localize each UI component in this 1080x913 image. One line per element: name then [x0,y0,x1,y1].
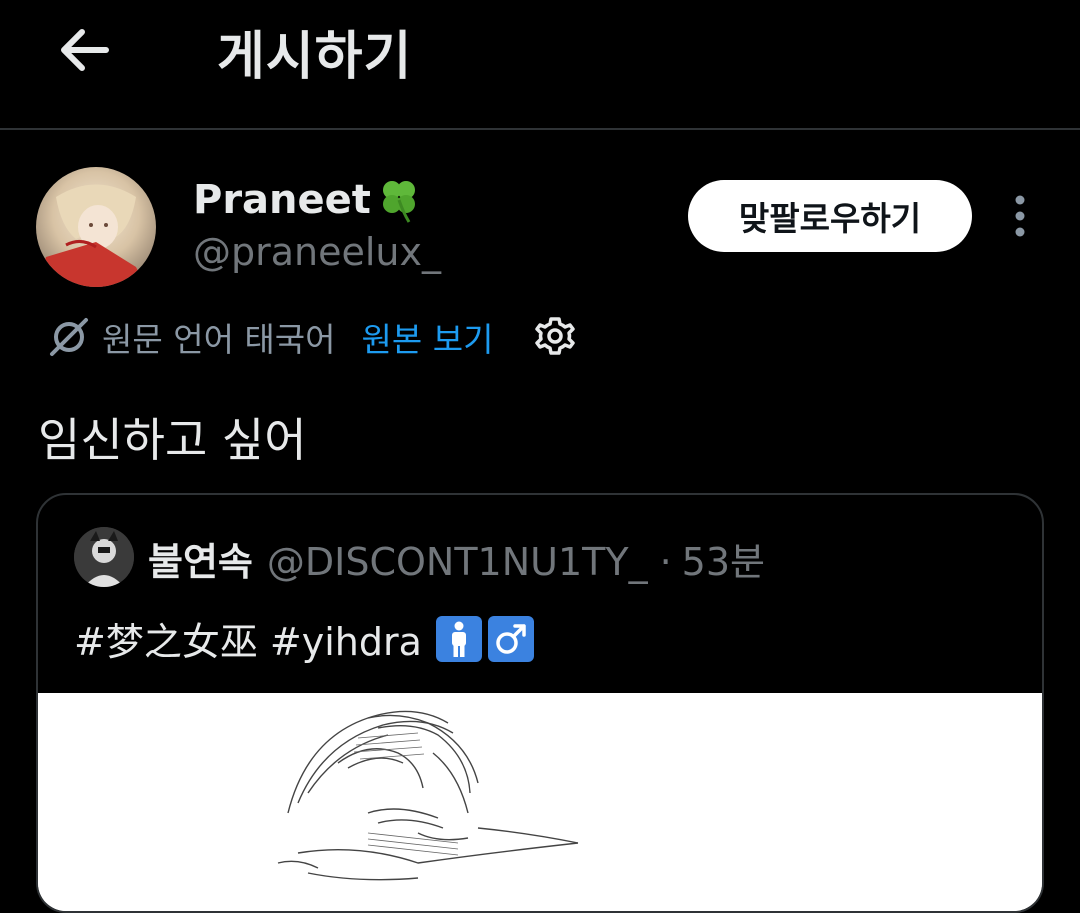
show-original-link[interactable]: 원본 보기 [362,313,494,361]
back-button[interactable] [54,22,114,78]
translation-notice: 원문 언어 태국어 원본 보기 [46,311,577,363]
author-name-text: Praneet [193,177,371,223]
quoted-post-card[interactable]: 불연속 @DISCONT1NU1TY_ · 53분 #梦之女巫 #yihdra [36,493,1044,913]
man-symbol-icon [435,615,482,662]
translate-slash-icon [50,318,88,356]
author-handle[interactable]: @praneelux_ [193,230,441,274]
translation-settings-button[interactable] [533,315,577,359]
gear-icon [535,317,576,355]
follow-back-button[interactable]: 맞팔로우하기 [688,180,972,252]
post-text: 임신하고 싶어 [38,413,307,467]
male-sign-icon [487,615,534,662]
separator-dot: · [659,540,672,584]
quote-text: #梦之女巫 #yihdra [74,611,534,666]
more-vertical-icon [1015,195,1025,237]
quote-author-avatar [74,527,134,587]
quote-timestamp: 53분 [681,540,765,584]
quote-author-handle: @DISCONT1NU1TY_ [266,540,648,584]
more-options-button[interactable] [1000,190,1040,242]
author-avatar[interactable] [36,167,156,287]
original-language-text: 원문 언어 태국어 [102,320,336,359]
page-title: 게시하기 [217,27,413,87]
author-display-name[interactable]: Praneet [193,176,423,224]
quote-header: 불연속 @DISCONT1NU1TY_ · 53분 [148,531,765,586]
arrow-left-icon [61,29,109,71]
quote-author-name: 불연속 [148,540,253,584]
four-leaf-clover-icon [382,181,415,223]
top-app-bar: 게시하기 [0,0,1080,130]
quoted-post-image[interactable] [38,693,1042,911]
quote-hashtags: #梦之女巫 #yihdra [74,620,422,664]
